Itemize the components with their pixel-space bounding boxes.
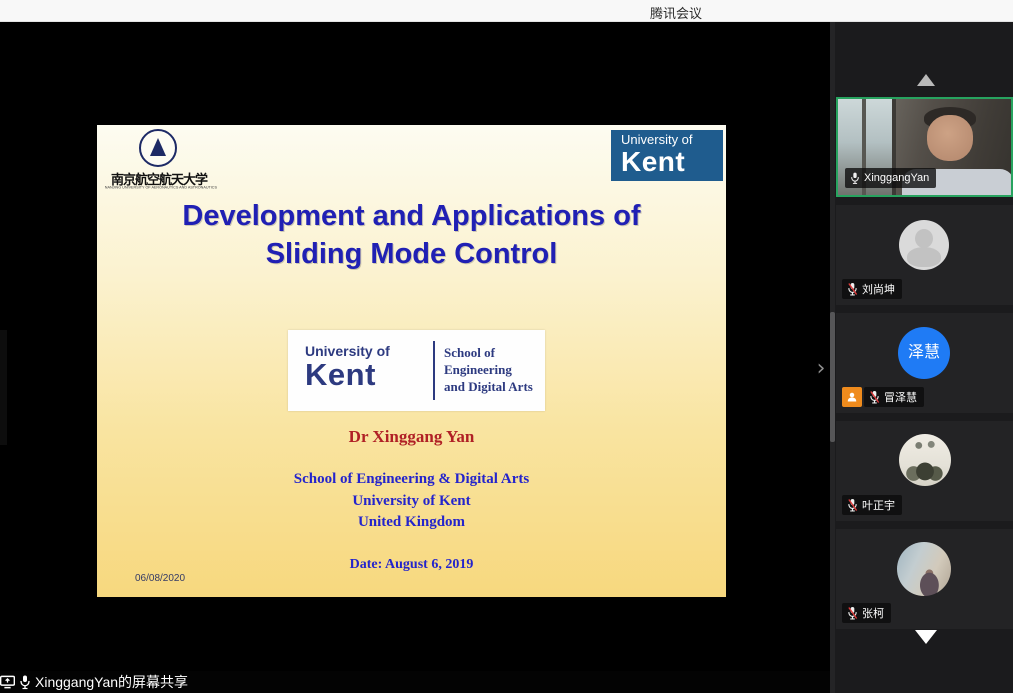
- kent-logo: University of Kent: [611, 130, 723, 181]
- affiliation-line3: United Kingdom: [97, 514, 726, 531]
- dept-kent-line2: Kent: [305, 359, 390, 391]
- host-icon: [842, 387, 862, 407]
- kent-department-logo: University of Kent School of Engineering…: [288, 330, 545, 411]
- presenter-name: Dr Xinggang Yan: [97, 427, 726, 447]
- sidebar-scrollbar-thumb[interactable]: [830, 312, 835, 442]
- dept-line1: School of: [444, 344, 533, 361]
- participant-name: XinggangYan: [864, 172, 929, 184]
- mic-icon: [850, 171, 860, 185]
- mic-icon: [19, 674, 31, 690]
- participant-tile-xinggangyan[interactable]: XinggangYan: [836, 97, 1013, 197]
- left-edge-panel-hint: [0, 330, 7, 445]
- slide-title-line1: Development and Applications of: [97, 197, 726, 235]
- screen-share-statusbar: XinggangYan的屏幕共享: [0, 671, 830, 693]
- presentation-date: Date: August 6, 2019: [97, 557, 726, 573]
- mic-muted-icon: [847, 282, 858, 296]
- avatar: [899, 434, 951, 486]
- participant-name-badge: 叶正宇: [842, 495, 902, 515]
- logo-divider: [433, 341, 435, 400]
- participant-name-badge: 冒泽慧: [864, 387, 924, 407]
- participant-name: 叶正宇: [862, 497, 895, 513]
- participant-name: 张柯: [862, 605, 884, 621]
- avatar: 泽慧: [898, 327, 950, 379]
- mic-muted-icon: [869, 390, 880, 404]
- participant-tile-liushangkun[interactable]: 刘尚坤: [836, 205, 1013, 305]
- shared-screen-area: 南京航空航天大学 NANJING UNIVERSITY OF AERONAUTI…: [0, 22, 830, 693]
- participants-sidebar: XinggangYan 刘尚坤 泽慧: [830, 22, 1013, 693]
- slide-footer-date: 06/08/2020: [135, 573, 185, 584]
- sidebar-scrollbar[interactable]: [830, 22, 835, 693]
- nuaa-name-english: NANJING UNIVERSITY OF AERONAUTICS AND AS…: [102, 186, 220, 190]
- participant-tile-zhangke[interactable]: 张柯: [836, 529, 1013, 629]
- participant-name-badge: 张柯: [842, 603, 891, 623]
- kent-logo-line2: Kent: [621, 147, 723, 177]
- avatar: [897, 542, 951, 596]
- affiliation-line1: School of Engineering & Digital Arts: [97, 471, 726, 488]
- share-screen-icon: [0, 675, 15, 689]
- participant-name-badge: 刘尚坤: [842, 279, 902, 299]
- mic-muted-icon: [847, 606, 858, 620]
- kent-logo-line1: University of: [621, 133, 723, 147]
- slide-title-line2: Sliding Mode Control: [97, 235, 726, 273]
- participant-tile-yezhengyu[interactable]: 叶正宇: [836, 421, 1013, 521]
- dept-line3: and Digital Arts: [444, 378, 533, 395]
- participant-name: 刘尚坤: [862, 281, 895, 297]
- person-avatar-icon: [899, 220, 949, 270]
- nuaa-emblem-icon: [139, 129, 177, 167]
- participant-name: 冒泽慧: [884, 389, 917, 405]
- slide-title: Development and Applications of Sliding …: [97, 197, 726, 273]
- presentation-slide: 南京航空航天大学 NANJING UNIVERSITY OF AERONAUTI…: [97, 125, 726, 597]
- meeting-window: 腾讯会议 南京航空航天大学 NANJING UNIVERSITY OF AERO…: [0, 0, 1013, 693]
- participant-tile-maozehui[interactable]: 泽慧 冒泽慧: [836, 313, 1013, 413]
- chevron-right-icon[interactable]: ›: [810, 348, 832, 390]
- scroll-down-icon[interactable]: [915, 630, 937, 644]
- app-title: 腾讯会议: [650, 3, 702, 22]
- nuaa-logo: 南京航空航天大学 NANJING UNIVERSITY OF AERONAUTI…: [100, 128, 218, 196]
- dept-line2: Engineering: [444, 361, 533, 378]
- window-titlebar: 腾讯会议: [0, 0, 1013, 22]
- scroll-up-icon[interactable]: [917, 74, 935, 86]
- sharing-status-text: XinggangYan的屏幕共享: [35, 672, 188, 692]
- participant-name-badge: XinggangYan: [845, 168, 936, 188]
- affiliation-line2: University of Kent: [97, 493, 726, 510]
- mic-muted-icon: [847, 498, 858, 512]
